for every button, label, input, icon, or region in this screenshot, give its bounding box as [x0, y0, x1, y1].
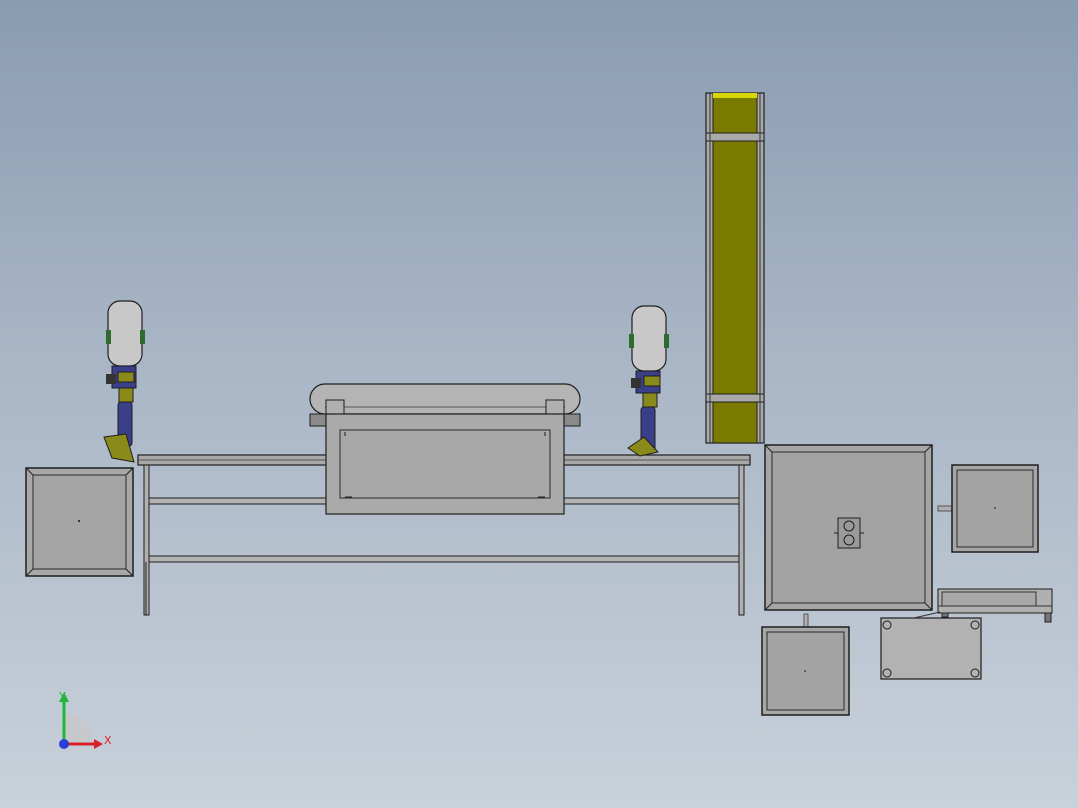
bottom-small-frame[interactable] [761, 613, 850, 716]
left-robot-arm[interactable] [103, 300, 145, 463]
cabinet-motor [834, 517, 864, 549]
right-robot-arm[interactable] [627, 305, 669, 457]
right-small-frame[interactable] [951, 464, 1039, 553]
coordinate-triad: Y X [58, 690, 112, 749]
y-axis-label: Y [58, 690, 66, 703]
x-axis-label: X [104, 734, 112, 747]
base-plate[interactable] [880, 611, 982, 680]
center-conveyor-box[interactable] [309, 383, 581, 515]
right-main-cabinet[interactable] [764, 444, 953, 611]
electronic-scale[interactable] [937, 588, 1053, 623]
vertical-belt-conveyor[interactable] [705, 92, 765, 444]
cad-viewport[interactable]: Y X [0, 0, 1078, 808]
left-station-frame[interactable] [25, 467, 134, 577]
